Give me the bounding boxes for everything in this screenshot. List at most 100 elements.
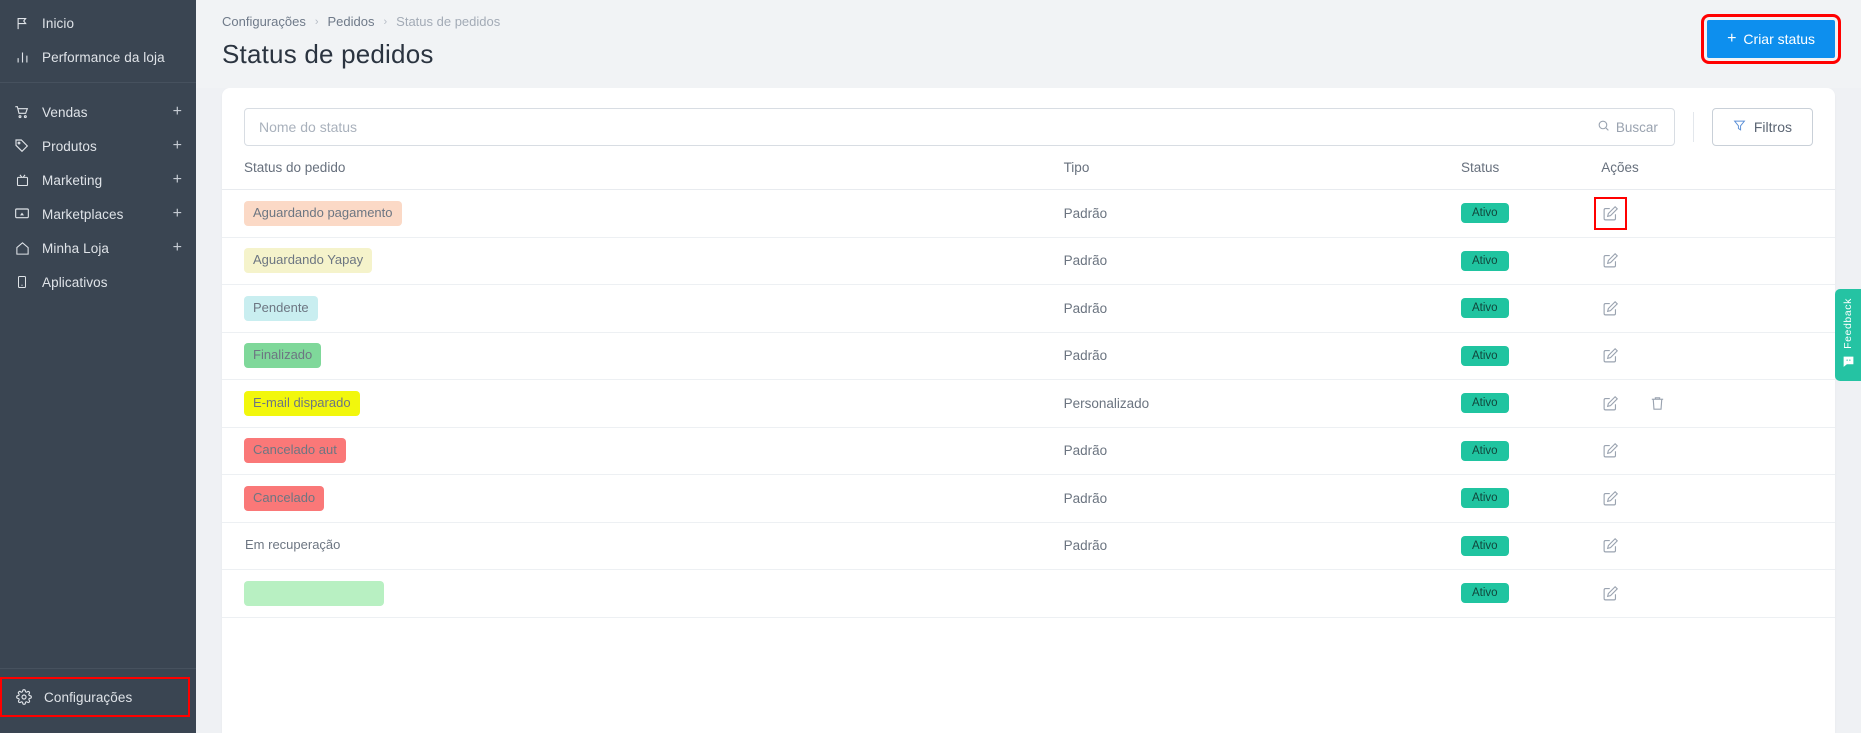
cart-icon [12,102,32,122]
cell-acoes [1601,522,1835,570]
status-name-pill: Aguardando pagamento [244,200,402,226]
cell-tipo: Padrão [1063,522,1461,570]
create-status-button[interactable]: + Criar status [1701,14,1841,64]
sidebar-group-1: Vendas + Produtos + Marketing + Marketplaces + M… [0,82,196,307]
sidebar-item-minha-loja[interactable]: Minha Loja + [0,231,196,265]
cell-status: Ativo [1460,522,1602,570]
sidebar-item-marketplaces[interactable]: Marketplaces + [0,197,196,231]
cell-status-name: Pendente [222,284,1064,333]
plus-icon: + [1727,30,1737,47]
card-padding: Buscar Filtros [196,88,1861,733]
edit-icon[interactable] [1601,584,1620,603]
breadcrumb-item-2: Status de pedidos [396,14,501,29]
actions-group [1601,394,1835,413]
home-icon [12,238,32,258]
sidebar-item-inicio[interactable]: Inicio [0,6,196,40]
delete-icon[interactable] [1648,394,1667,413]
cell-acoes [1601,284,1835,333]
sidebar-item-label: Marketplaces [42,206,124,222]
status-badge: Ativo [1460,345,1509,366]
cell-status: Ativo [1460,332,1602,380]
filter-icon [1733,119,1746,135]
cell-tipo [1063,569,1461,618]
search-button[interactable]: Buscar [1583,109,1672,145]
expand-plus-icon[interactable]: + [173,172,182,188]
edit-icon[interactable] [1601,489,1620,508]
status-name-pill [244,580,384,606]
megaphone-icon [12,170,32,190]
cell-status-name: Aguardando pagamento [222,189,1064,238]
status-badge: Ativo [1460,203,1509,224]
create-status-label: Criar status [1743,31,1815,47]
edit-icon[interactable] [1594,196,1628,230]
cell-acoes [1601,569,1835,618]
edit-icon[interactable] [1601,251,1620,270]
cell-status: Ativo [1460,569,1602,618]
status-badge: Ativo [1460,535,1509,556]
breadcrumb-item-0[interactable]: Configurações [222,14,306,29]
expand-plus-icon[interactable]: + [173,138,182,154]
sidebar-item-label: Vendas [42,104,88,120]
expand-plus-icon[interactable]: + [173,240,182,256]
page-title: Status de pedidos [222,39,434,69]
sidebar-item-configuracoes[interactable]: Configurações [0,677,190,717]
page-header: Configurações › Pedidos › Status de pedidos … [196,0,1861,88]
expand-plus-icon[interactable]: + [173,104,182,120]
cell-status: Ativo [1460,189,1602,238]
cell-status: Ativo [1460,427,1602,475]
feedback-tab[interactable]: Feedback [1835,289,1861,381]
edit-icon[interactable] [1601,536,1620,555]
sidebar-item-vendas[interactable]: Vendas + [0,95,196,129]
cell-tipo: Padrão [1063,474,1461,523]
status-name-pill: E-mail disparado [244,390,360,416]
cell-status-name [222,569,1064,618]
bar-chart-icon [12,47,32,67]
th-status-do-pedido: Status do pedido [222,160,1064,190]
status-name-pill: Finalizado [244,343,322,369]
edit-icon[interactable] [1601,346,1620,365]
status-badge: Ativo [1460,393,1509,414]
table-row: E-mail disparado Personalizado Ativo [222,379,1835,428]
expand-plus-icon[interactable]: + [173,206,182,222]
actions-group [1601,299,1835,318]
table-header-row: Status do pedido Tipo Status Ações [222,160,1835,190]
cell-acoes [1601,427,1835,475]
edit-icon[interactable] [1601,441,1620,460]
cell-acoes [1601,332,1835,380]
th-tipo: Tipo [1063,160,1461,190]
cell-tipo: Padrão [1063,427,1461,475]
search-icon [1597,119,1610,135]
sidebar-item-label: Minha Loja [42,240,110,256]
sidebar-group-0: Inicio Performance da loja [0,0,196,82]
search-box[interactable]: Buscar [244,108,1675,146]
sidebar-item-performance-da-loja[interactable]: Performance da loja [0,40,196,74]
search-input[interactable] [259,109,1583,145]
status-name-pill: Cancelado [244,485,325,511]
table-row: Cancelado aut Padrão Ativo [222,427,1835,475]
cell-acoes [1594,189,1835,238]
edit-icon[interactable] [1601,299,1620,318]
table-row: Cancelado Padrão Ativo [222,474,1835,523]
status-badge: Ativo [1460,298,1509,319]
table-row: Pendente Padrão Ativo [222,284,1835,333]
cell-status-name: Finalizado [222,332,1064,380]
edit-icon[interactable] [1601,394,1620,413]
sidebar-item-label: Inicio [42,15,75,31]
cell-status-name: Em recuperação [222,522,1064,570]
search-button-label: Buscar [1615,119,1658,135]
table-row: Aguardando Yapay Padrão Ativo [222,237,1835,285]
monitor-icon [12,204,32,224]
flag-icon [12,13,32,33]
cell-status: Ativo [1460,284,1602,333]
breadcrumb-item-1[interactable]: Pedidos [328,14,375,29]
breadcrumb: Configurações › Pedidos › Status de pedidos [222,14,500,29]
sidebar-item-marketing[interactable]: Marketing + [0,163,196,197]
app-root: Inicio Performance da loja Vendas + Produtos… [0,0,1861,733]
sidebar-item-aplicativos[interactable]: Aplicativos [0,265,196,299]
cell-acoes [1601,237,1835,285]
sidebar-item-produtos[interactable]: Produtos + [0,129,196,163]
cell-status: Ativo [1460,379,1602,428]
header-right: + Criar status [1701,14,1841,64]
filters-button[interactable]: Filtros [1711,108,1813,146]
th-acoes: Ações [1601,160,1835,190]
